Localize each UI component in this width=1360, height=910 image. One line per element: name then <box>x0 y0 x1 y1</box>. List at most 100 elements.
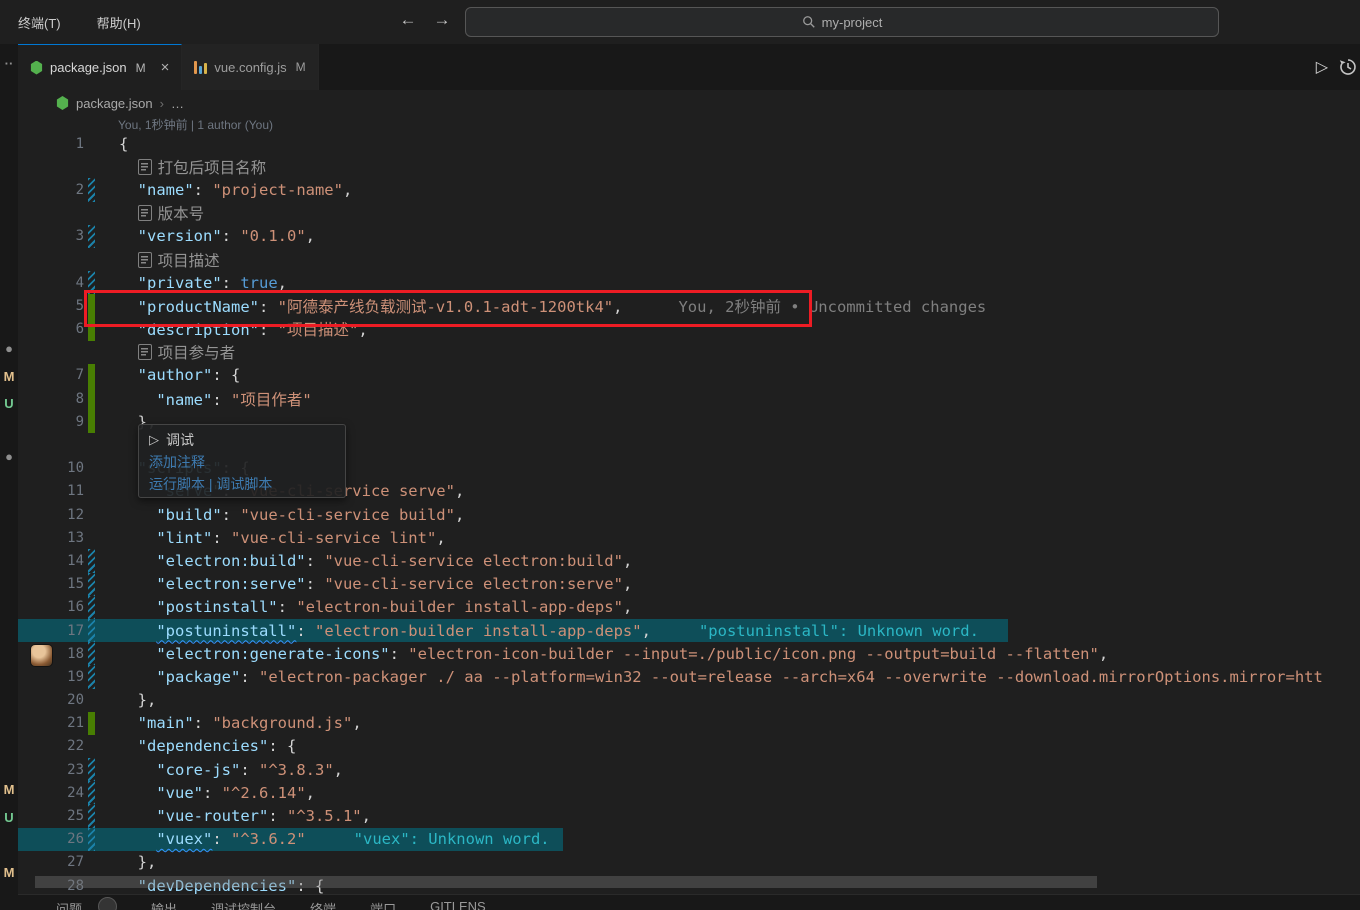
line-number[interactable]: 23 <box>18 762 84 778</box>
token-property-key: "vue-router" <box>119 807 269 826</box>
panel-tab-output[interactable]: 输出 <box>151 899 177 910</box>
code-line[interactable]: 23 "core-js": "^3.8.3", <box>18 758 1360 782</box>
gutter-modified-indicator <box>88 178 95 202</box>
line-number[interactable]: 11 <box>18 483 84 499</box>
line-number[interactable]: 14 <box>18 553 84 569</box>
line-number[interactable]: 3 <box>18 228 84 244</box>
code-line[interactable]: 21 "main": "background.js", <box>18 711 1360 735</box>
line-number[interactable]: 19 <box>18 669 84 685</box>
tab-package-json[interactable]: package.json M × <box>18 44 183 90</box>
code-line[interactable]: 19 "package": "electron-packager ./ aa -… <box>18 665 1360 689</box>
code-line[interactable]: 25 "vue-router": "^3.5.1", <box>18 804 1360 828</box>
code-line[interactable]: 22 "dependencies": { <box>18 735 1360 758</box>
line-number[interactable]: 20 <box>18 692 84 708</box>
line-number[interactable]: 6 <box>18 321 84 337</box>
line-number[interactable]: 7 <box>18 367 84 383</box>
codelens-add-comment-link[interactable]: 添加注释 <box>149 451 335 473</box>
code-line[interactable]: 16 "postinstall": "electron-builder inst… <box>18 595 1360 619</box>
panel-tab-debug-console[interactable]: 调试控制台 <box>211 899 276 910</box>
menu-terminal[interactable]: 终端(T) <box>12 9 67 36</box>
code-rows: 1{ 打包后项目名称 2 "name": "project-name", 版本号 3… <box>18 132 1360 897</box>
menu-help[interactable]: 帮助(H) <box>91 9 147 36</box>
code-line[interactable]: 18 "electron:generate-icons": "electron-… <box>18 642 1360 666</box>
token-property-key: "lint" <box>119 528 213 547</box>
gutter-added-indicator <box>88 410 95 434</box>
editor[interactable]: You, 1秒钟前 | 1 author (You) 1{ 打包后项目名称 2 "… <box>18 116 1360 910</box>
token-punctuation: , <box>305 783 316 802</box>
code-line[interactable]: 2 "name": "project-name", <box>18 178 1360 202</box>
code-line[interactable]: 7 "author": { <box>18 363 1360 388</box>
line-number[interactable]: 24 <box>18 785 84 801</box>
panel-tab-terminal[interactable]: 终端 <box>310 899 336 910</box>
token-string-value: "vue-cli-service electron:build" <box>324 551 623 570</box>
code-line[interactable]: 8 "name": "项目作者" <box>18 387 1360 411</box>
panel-tab-ports[interactable]: 端口 <box>370 899 396 910</box>
line-number[interactable]: 26 <box>18 831 84 847</box>
line-number[interactable]: 9 <box>18 414 84 430</box>
breadcrumb[interactable]: package.json › … <box>18 90 1360 116</box>
token-string-value: "vue-cli-service electron:serve" <box>324 575 623 594</box>
line-content: "name": "project-name", <box>119 181 353 199</box>
code-line[interactable]: 17 "postuninstall": "electron-builder in… <box>18 618 1360 643</box>
line-number[interactable]: 16 <box>18 599 84 615</box>
codelens-run-debug-link[interactable]: 运行脚本 | 调试脚本 <box>149 473 335 495</box>
line-number[interactable]: 15 <box>18 576 84 592</box>
line-content: }, <box>119 853 157 871</box>
token-punctuation: : <box>203 783 222 802</box>
line-number[interactable]: 12 <box>18 507 84 523</box>
token-property-key: "version" <box>119 227 222 246</box>
gutter-modified-indicator <box>88 758 95 782</box>
code-line[interactable]: 24 "vue": "^2.6.14", <box>18 781 1360 805</box>
line-number[interactable]: 25 <box>18 808 84 824</box>
code-line[interactable]: 15 "electron:serve": "vue-cli-service el… <box>18 572 1360 596</box>
git-status-badge: U <box>4 396 14 411</box>
close-tab-icon[interactable]: × <box>161 59 170 76</box>
token-property-key-misspelled: "vuex" <box>156 830 213 849</box>
line-number[interactable]: 4 <box>18 275 84 291</box>
line-number[interactable]: 21 <box>18 715 84 731</box>
gutter-modified-indicator <box>88 572 95 596</box>
line-content: "postuninstall": "electron-builder insta… <box>119 622 979 640</box>
line-number[interactable]: 17 <box>18 623 84 639</box>
token-punctuation: , <box>436 528 446 547</box>
panel-tab-gitlens[interactable]: GITLENS <box>430 899 486 910</box>
run-file-button[interactable]: ▷ <box>1316 57 1328 77</box>
token-punctuation: , <box>622 598 633 617</box>
line-number[interactable]: 8 <box>18 391 84 407</box>
horizontal-scrollbar[interactable] <box>35 876 1097 888</box>
play-icon: ▷ <box>149 432 159 447</box>
gitlens-file-blame: You, 1秒钟前 | 1 author (You) <box>118 118 273 132</box>
nav-back-button[interactable]: ← <box>396 10 420 30</box>
breadcrumb-file[interactable]: package.json <box>76 96 153 111</box>
line-content: "electron:generate-icons": "electron-ico… <box>119 645 1108 663</box>
token-punctuation: : <box>221 505 241 524</box>
code-line[interactable]: 26 "vuex": "^3.6.2" "vuex": Unknown word. <box>18 827 1360 851</box>
line-number[interactable]: 1 <box>18 136 84 152</box>
panel-tab-problems[interactable]: 问题 <box>56 899 82 910</box>
gutter-modified-indicator <box>88 827 95 851</box>
line-number[interactable]: 10 <box>18 460 84 476</box>
code-line[interactable]: 12 "build": "vue-cli-service build", <box>18 503 1360 526</box>
line-number[interactable]: 2 <box>18 182 84 198</box>
code-line[interactable]: 27 }, <box>18 851 1360 874</box>
debug-codelens[interactable]: ▷ 调试 <box>149 429 335 451</box>
code-line[interactable]: 1{ <box>18 132 1360 155</box>
breadcrumb-more[interactable]: … <box>171 96 184 111</box>
code-line[interactable]: 3 "version": "0.1.0", <box>18 224 1360 248</box>
line-number[interactable]: 13 <box>18 530 84 546</box>
token-punctuation <box>119 622 156 640</box>
inline-diagnostic-message: "postuninstall": Unknown word. <box>698 621 979 640</box>
line-number[interactable]: 27 <box>18 854 84 870</box>
gutter-spacer <box>88 433 95 456</box>
nav-forward-button[interactable]: → <box>430 10 454 30</box>
code-line[interactable]: 20 }, <box>18 689 1360 712</box>
token-punctuation: : <box>193 714 213 733</box>
timeline-history-icon[interactable] <box>1338 57 1358 77</box>
command-center-search[interactable]: my-project <box>465 7 1219 37</box>
code-line[interactable]: 14 "electron:build": "vue-cli-service el… <box>18 549 1360 573</box>
code-line[interactable]: 13 "lint": "vue-cli-service lint", <box>18 526 1360 549</box>
token-property-key: "author" <box>119 366 213 385</box>
line-number[interactable]: 22 <box>18 738 84 754</box>
tab-vue-config-js[interactable]: vue.config.js M <box>182 44 319 90</box>
line-number[interactable]: 5 <box>18 298 84 314</box>
